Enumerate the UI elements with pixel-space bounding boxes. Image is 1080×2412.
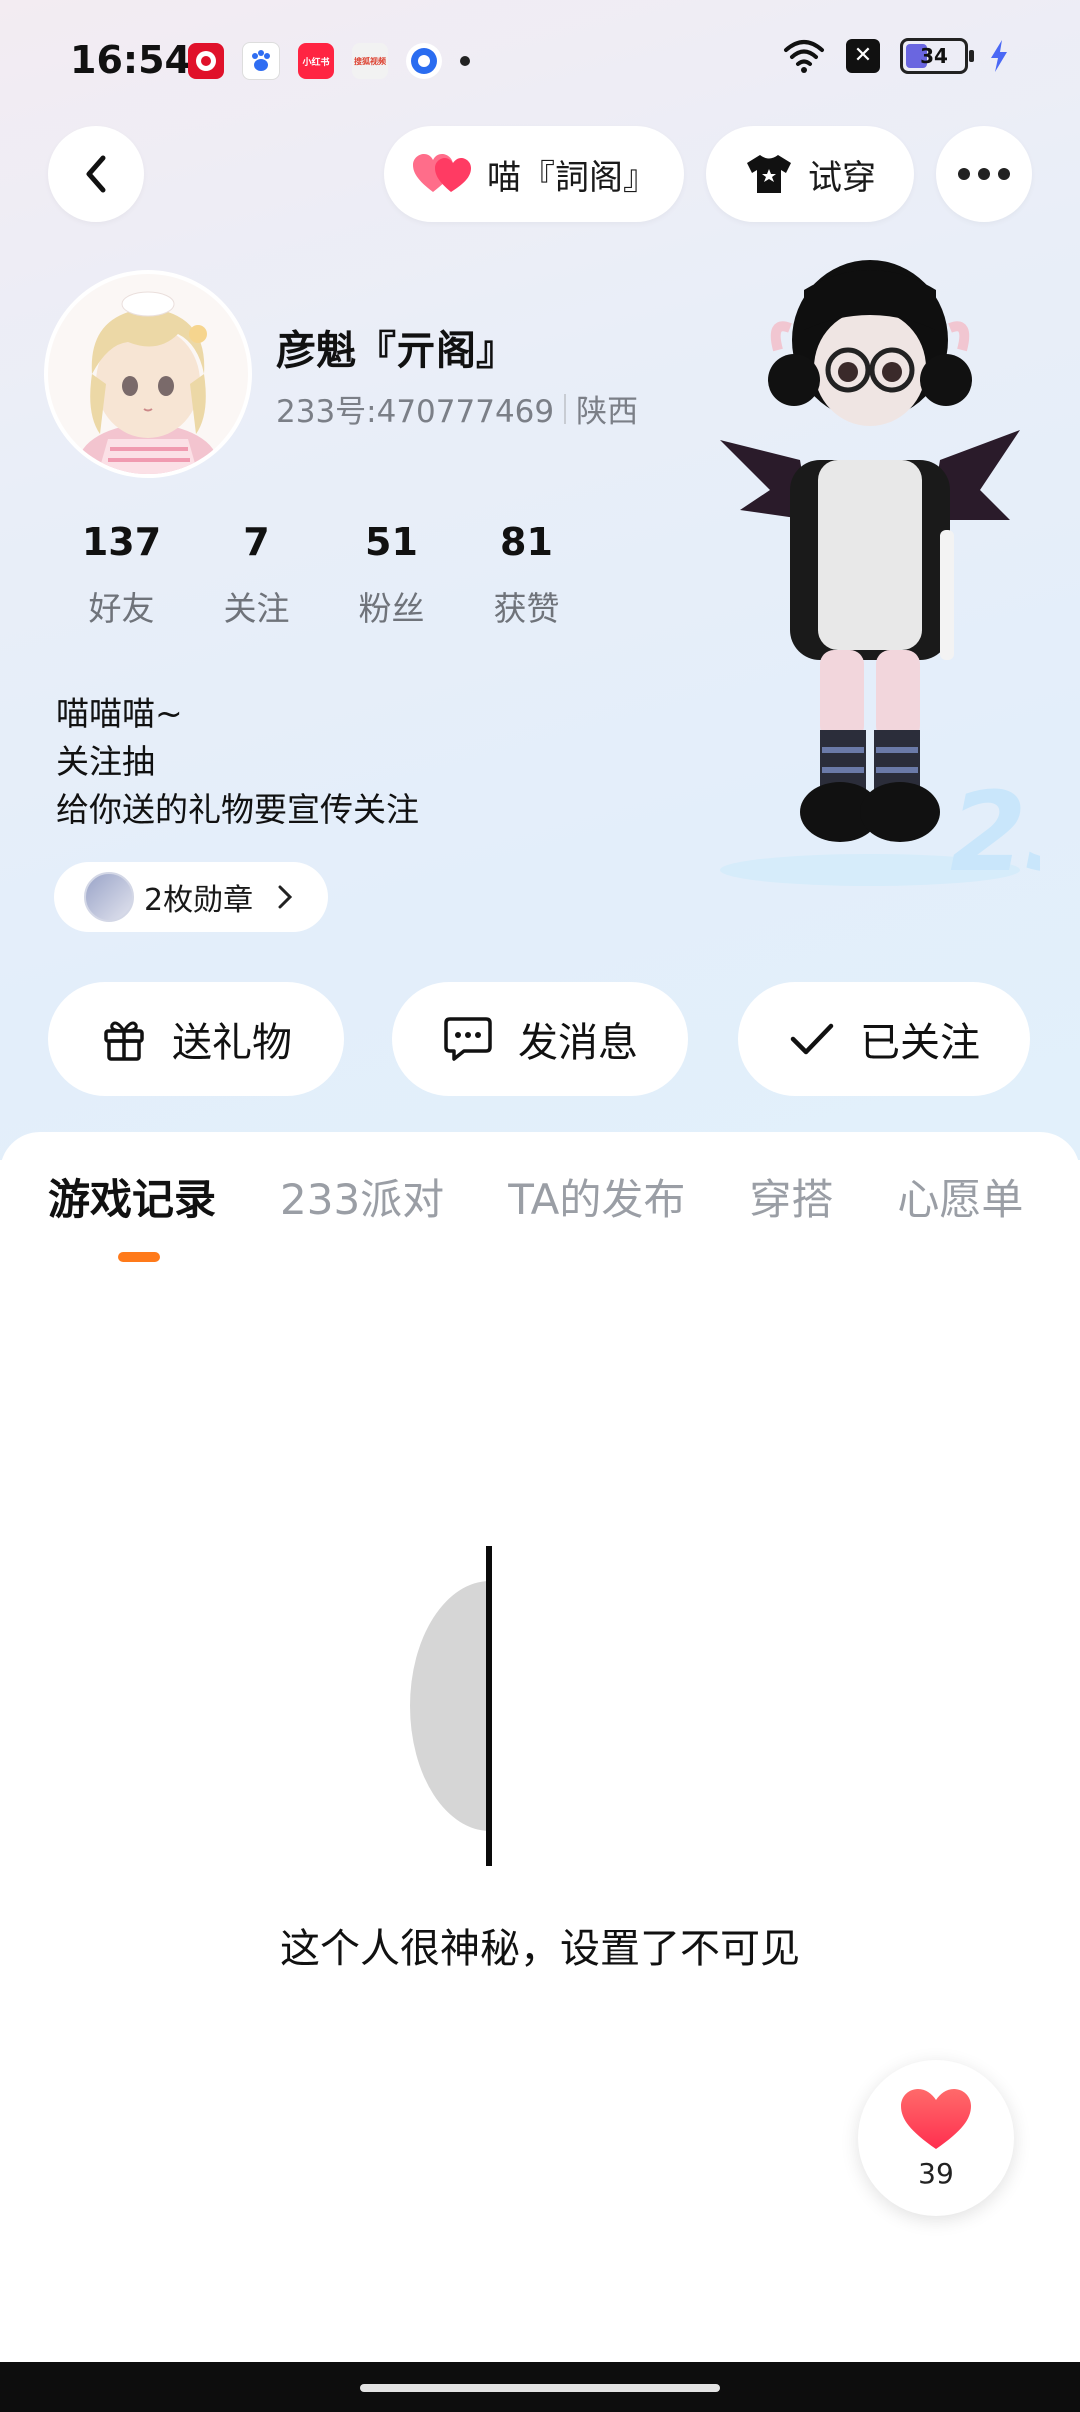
stat-label: 获赞 [493,589,560,628]
badges-label: 2枚勋章 [144,883,254,918]
more-notifications-dot [460,56,470,66]
tab-outfits[interactable]: 穿搭 [749,1166,833,1227]
send-gift-label: 送礼物 [172,1020,292,1066]
followed-button[interactable]: 已关注 [738,982,1030,1096]
more-options-button[interactable] [936,126,1032,222]
chevron-right-icon [278,885,293,909]
profile-name: 彦魁『亓阁』 [276,328,516,374]
stat-label: 粉丝 [358,589,425,628]
send-message-button[interactable]: 发消息 [392,982,688,1096]
xiaohongshu-icon-label: 小红书 [302,57,330,68]
send-message-label: 发消息 [518,1020,638,1066]
bio-line: 喵喵喵~ [56,694,183,733]
empty-state-illustration [410,1546,492,1866]
tshirt-icon [747,155,791,193]
tab-233-party[interactable]: 233派对 [280,1166,444,1227]
system-icons: ✕ 34 [782,38,1010,74]
check-icon [790,1023,834,1055]
profile-region: 陕西 [576,394,639,430]
badge-icon [84,872,134,922]
dot-icon [998,168,1010,180]
divider [564,393,567,424]
tab-game-records[interactable]: 游戏记录 [48,1166,216,1227]
send-gift-button[interactable]: 送礼物 [48,982,344,1096]
heart-icon [901,2088,971,2149]
group-title-pill[interactable]: 喵『詞阁』 [384,126,684,222]
bio-line: 关注抽 [56,742,155,781]
stat-value: 137 [81,520,162,564]
back-button[interactable] [48,126,144,222]
battery-icon: 34 [900,38,974,74]
xiaohongshu-icon: 小红书 [298,43,334,79]
status-time: 16:54 [70,38,191,82]
like-count: 39 [918,2156,954,2190]
sohu-video-icon: 搜狐视频 [352,43,388,79]
stat-likes[interactable]: 81 获赞 [459,520,594,630]
double-heart-icon [413,154,471,192]
charging-bolt-icon [991,40,1007,72]
stat-label: 好友 [88,589,155,628]
no-sim-icon: ✕ [846,39,880,73]
avatar[interactable] [44,270,252,478]
status-bar: 16:54 小红书 搜狐视频 ✕ 34 [0,0,1080,120]
try-on-button[interactable]: 试穿 [706,126,914,222]
stat-friends[interactable]: 137 好友 [54,520,189,630]
notification-icons: 小红书 搜狐视频 [188,42,470,80]
tab-posts[interactable]: TA的发布 [508,1166,685,1227]
profile-id-row: 233号:470777469 陕西 [276,386,638,431]
dot-icon [978,168,990,180]
stat-value: 7 [243,520,270,564]
anime-avatar-illustration [48,274,248,474]
dot-icon [958,168,970,180]
gift-icon [104,1021,144,1061]
tab-wishlist[interactable]: 心愿单 [897,1166,1023,1227]
baidu-icon [242,42,280,80]
like-button[interactable]: 39 [858,2060,1014,2216]
blue-app-icon [406,43,442,79]
wifi-icon [784,40,824,73]
avatar-3d-character[interactable]: 233 [700,230,1040,890]
stat-label: 关注 [223,589,290,628]
bio-line: 给你送的礼物要宣传关注 [56,790,419,829]
profile-tabs: 游戏记录 233派对 TA的发布 穿搭 心愿单 [48,1166,1080,1227]
try-on-label: 试穿 [808,157,876,198]
battery-level: 34 [920,44,948,68]
chevron-left-icon [86,155,106,193]
stat-fans[interactable]: 51 粉丝 [324,520,459,630]
stat-value: 81 [500,520,553,564]
sohu-video-icon-label: 搜狐视频 [354,56,386,66]
followed-label: 已关注 [860,1020,980,1066]
stat-value: 51 [365,520,418,564]
profile-stats: 137 好友 7 关注 51 粉丝 81 获赞 [54,520,594,630]
home-gesture-handle[interactable] [360,2384,720,2392]
pinduoduo-icon [188,43,224,79]
group-title-label: 喵『詞阁』 [487,157,657,198]
stat-following[interactable]: 7 关注 [189,520,324,630]
profile-id[interactable]: 233号:470777469 [276,386,554,431]
svg-text:233: 233 [950,768,1040,890]
profile-bio: 喵喵喵~ 关注抽 给你送的礼物要宣传关注 [56,690,419,834]
chat-bubble-icon [444,1017,492,1061]
empty-state-text: 这个人很神秘，设置了不可见 [280,1926,800,1972]
active-tab-indicator [118,1252,160,1262]
badges-button[interactable]: 2枚勋章 [54,862,328,932]
